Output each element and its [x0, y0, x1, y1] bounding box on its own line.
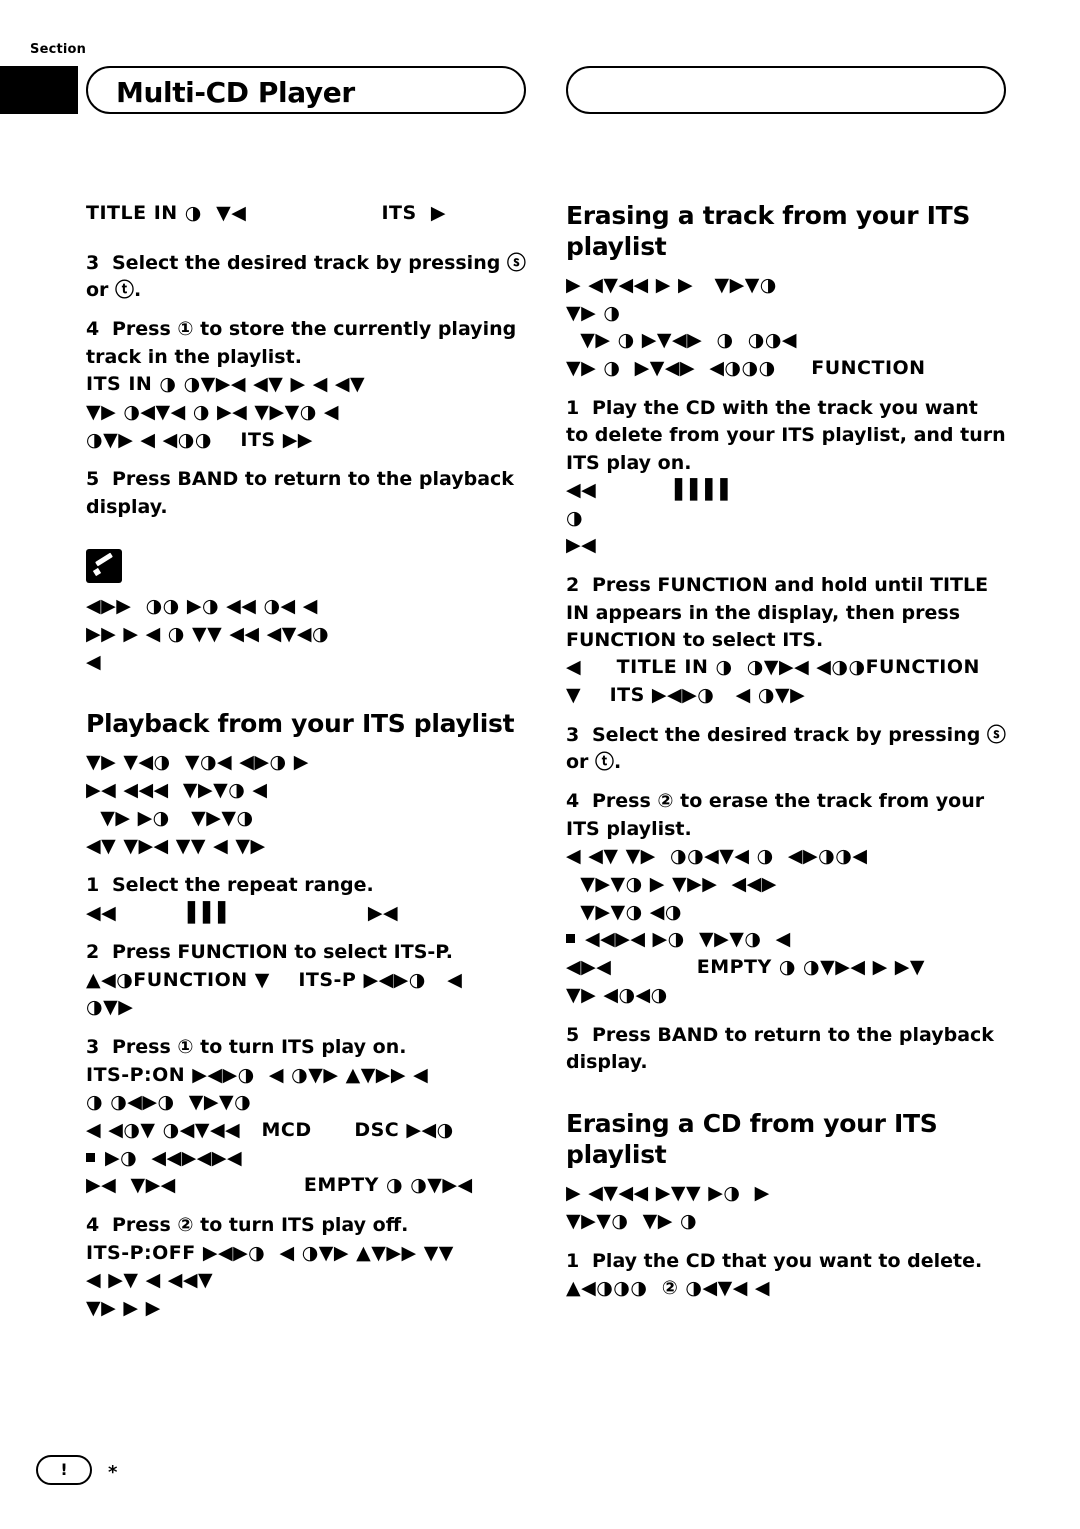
square-bullet-icon [86, 1152, 95, 1162]
playback-step-4-glyphs-2: ◀ ▶▼ ◀ ◀◀▼ [86, 1269, 214, 1292]
page-title: Multi-CD Player [116, 76, 355, 109]
playback-step-3-glyphs-4: ▶◑ ◀◀▶◀▶◀ [105, 1146, 243, 1169]
erase-track-step-3-number: 3 [566, 723, 580, 746]
note-glyphs-3: ◀ [86, 650, 102, 673]
erase-track-step-4-number: 4 [566, 790, 580, 813]
step-5-text: Press BAND to return to the playback dis… [86, 468, 514, 518]
erase-track-glyphs-4: ▼▶ ◑ ▶▼◀▶ ◀◑◑◑ FUNCTION [566, 357, 926, 380]
playback-step-3-bullet-line: ▶◑ ◀◀▶◀▶◀ [86, 1145, 526, 1173]
playback-step-4-turn-off: 4 Press ② to turn ITS play off. [86, 1212, 526, 1239]
erase-track-step-4-glyphs-6: ▼▶ ◀◑◀◑ [566, 983, 668, 1006]
title-in-glyph-row: TITLE IN ◑ ▼◀ ITS ▶ [86, 202, 447, 224]
erase-track-step-4-text: Press ② to erase the track from your ITS… [566, 790, 985, 840]
left-column: TITLE IN ◑ ▼◀ ITS ▶ 3 Select the desired … [86, 200, 526, 1323]
erase-cd-step-1-glyphs: ▲◀◑◑◑ ② ◑◀▼◀ ◀ [566, 1277, 771, 1300]
square-bullet-icon [566, 934, 575, 944]
erase-track-glyphs-1: ▶ ◀▼◀◀ ▶ ▶ ▼▶▼◑ [566, 274, 777, 296]
heading-playback-from-its-playlist: Playback from your ITS playlist [86, 709, 515, 739]
page-number-pill: ! [36, 1455, 92, 1485]
step-3-text: Select the desired track by pressing ⓢ o… [86, 251, 526, 302]
erase-cd-glyphs-1: ▶ ◀▼◀◀ ▶▼▼ ▶◑ ▶ [566, 1182, 770, 1205]
erase-cd-step-1-text: Play the CD that you want to delete. [592, 1249, 983, 1272]
step-5-press-band: 5 Press BAND to return to the playback di… [86, 466, 526, 521]
step-4-glyphs-2: ▼▶ ◑◀▼◀ ◑ ▶◀ ▼▶▼◑ ◀ [86, 400, 340, 423]
note-pencil-icon [86, 549, 122, 584]
erase-track-step-2-number: 2 [566, 574, 580, 597]
step-4-glyphs-1: ITS IN ◑ ◑▼▶◀ ◀▼ ▶ ◀ ◀▼ [86, 373, 366, 396]
playback-glyphs-2: ▶◀ ◀◀◀ ▼▶▼◑ ◀ [86, 779, 268, 802]
step-4-number: 4 [86, 318, 100, 341]
step-5-number: 5 [86, 468, 100, 491]
heading-erasing-track: Erasing a track from your ITS playlist [566, 201, 971, 261]
erase-track-step-4-glyphs-2: ▼▶▼◑ ▶ ▼▶▶ ◀◀▶ [566, 872, 777, 895]
playback-step-3-glyphs-1: ITS-P:ON ▶◀▶◑ ◀ ◑▼▶ ▲▼▶▶ ◀ [86, 1063, 429, 1086]
step-4-glyphs-3: ◑▼▶ ◀ ◀◑◑ ITS ▶▶ [86, 428, 313, 451]
erase-track-step-3: 3 Select the desired track by pressing ⓢ … [566, 722, 1006, 777]
playback-step-1-number: 1 [86, 874, 100, 897]
playback-glyphs-4: ◀▼ ▼▶◀ ▼▼ ◀ ▼▶ [86, 834, 266, 857]
erase-track-step-1-glyphs-1: ◀◀ ▐▐▐▐ ◑ [566, 479, 1013, 529]
erase-track-step-2: 2 Press FUNCTION and hold until TITLE IN … [566, 572, 1006, 654]
erase-track-step-5: 5 Press BAND to return to the playback di… [566, 1022, 1006, 1077]
note-glyphs-2: ▶▶ ▶ ◀ ◑ ▼▼ ◀◀ ◀▼◀◑ [86, 622, 330, 645]
playback-step-1-text: Select the repeat range. [112, 874, 374, 897]
section-label: Section [30, 42, 87, 57]
erase-track-step-1-number: 1 [566, 396, 580, 419]
playback-step-3-number: 3 [86, 1036, 100, 1059]
playback-step-3-turn-on: 3 Press ① to turn ITS play on. [86, 1034, 526, 1061]
playback-step-1-glyphs: ◀◀ ▐▐▐ ▶◀ [86, 901, 399, 924]
erase-track-step-1-text: Play the CD with the track you want to d… [566, 396, 1006, 474]
erase-cd-step-1-number: 1 [566, 1249, 580, 1272]
erase-cd-step-1: 1 Play the CD that you want to delete. [566, 1248, 1006, 1275]
erase-track-step-4-glyphs-5: ◀▶◀ EMPTY ◑ ◑▼▶◀ ▶ ▶▼ [566, 956, 926, 979]
playback-step-3-text: Press ① to turn ITS play on. [112, 1036, 407, 1059]
playback-step-3-glyphs-3: ◀ ◀◑▼ ◑◀▼◀◀ MCD DSC ▶◀◑ [86, 1118, 454, 1141]
erase-track-step-3-text: Select the desired track by pressing ⓢ o… [566, 723, 1006, 774]
playback-step-4-glyphs-3: ▼▶ ▶ ▶ [86, 1297, 161, 1320]
erase-track-step-2-text: Press FUNCTION and hold until TITLE IN a… [566, 574, 989, 651]
playback-step-2-function-itsp: 2 Press FUNCTION to select ITS-P. [86, 939, 526, 966]
step-3-select-track: 3 Select the desired track by pressing ⓢ … [86, 250, 526, 305]
playback-step-2-glyphs-2: ◑▼▶ [86, 996, 134, 1019]
playback-glyphs-3: ▼▶ ▶◑ ▼▶▼◑ [86, 806, 254, 829]
erase-track-step-5-text: Press BAND to return to the playback dis… [566, 1023, 994, 1073]
heading-erasing-cd: Erasing a CD from your ITS playlist [566, 1109, 938, 1170]
playback-step-3-glyphs-2: ◑ ◑◀▶◑ ▼▶▼◑ [86, 1091, 252, 1114]
erase-track-step-4-glyphs-1: ◀ ◀▼ ▼▶ ◑◑◀▼◀ ◑ ◀▶◑◑◀ [566, 845, 868, 868]
erase-track-step-4-glyphs-4: ◀◀▶◀ ▶◑ ▼▶▼◑ ◀ [585, 928, 791, 951]
playback-step-4-glyphs-1: ITS-P:OFF ▶◀▶◑ ◀ ◑▼▶ ▲▼▶▶ ▼▼ [86, 1241, 454, 1264]
step-4-store-track: 4 Press ① to store the currently playing … [86, 316, 526, 371]
page-title-pill: Multi-CD Player [86, 66, 526, 114]
erase-track-step-4-bullet-line: ◀◀▶◀ ▶◑ ▼▶▼◑ ◀ [566, 926, 1006, 954]
note-glyphs-1: ◀▶▶ ◑◑ ▶◑ ◀◀ ◑◀ ◀ [86, 595, 318, 618]
erase-track-step-4: 4 Press ② to erase the track from your IT… [566, 788, 1006, 843]
playback-step-4-text: Press ② to turn ITS play off. [112, 1214, 409, 1237]
erase-track-step-4-glyphs-3: ▼▶▼◑ ◀◑ [566, 900, 682, 923]
right-column: Erasing a track from your ITS playlist ▶… [566, 200, 1006, 1303]
playback-step-4-number: 4 [86, 1214, 100, 1237]
playback-step-2-number: 2 [86, 941, 100, 964]
playback-step-1-repeat-range: 1 Select the repeat range. [86, 872, 526, 899]
step-4-text: Press ① to store the currently playing t… [86, 318, 517, 368]
section-black-tab [0, 66, 78, 114]
erase-track-step-2-glyphs-1: ◀ TITLE IN ◑ ◑▼▶◀ ◀◑◑FUNCTION [566, 656, 980, 679]
erase-track-step-1-glyphs-2: ▶◀ [566, 534, 597, 557]
erase-track-step-2-glyphs-2: ▼ ITS ▶◀▶◑ ◀ ◑▼▶ [566, 684, 806, 707]
erase-track-step-1: 1 Play the CD with the track you want to … [566, 395, 1006, 477]
erase-track-glyphs-3: ▼▶ ◑ ▶▼◀▶ ◑ ◑◑◀ [566, 329, 798, 352]
playback-step-3-glyphs-5: ▶◀ ▼▶◀ EMPTY ◑ ◑▼▶◀ [86, 1174, 473, 1197]
playback-step-2-text: Press FUNCTION to select ITS-P. [112, 941, 453, 964]
erase-cd-glyphs-2: ▼▶▼◑ ▼▶ ◑ [566, 1210, 698, 1233]
playback-glyphs-1: ▼▶ ▼◀◑ ▼◑◀ ◀▶◑ ▶ [86, 751, 309, 774]
step-3-number: 3 [86, 251, 100, 274]
page-number: ! [60, 1460, 68, 1479]
erase-track-step-5-number: 5 [566, 1023, 580, 1046]
erase-track-glyphs-2: ▼▶ ◑ [566, 301, 621, 324]
page-title-pill-right [566, 66, 1006, 114]
playback-step-2-glyphs-1: ▲◀◑FUNCTION ▼ ITS-P ▶◀▶◑ ◀ [86, 968, 463, 991]
footer-star: * [108, 1462, 118, 1483]
